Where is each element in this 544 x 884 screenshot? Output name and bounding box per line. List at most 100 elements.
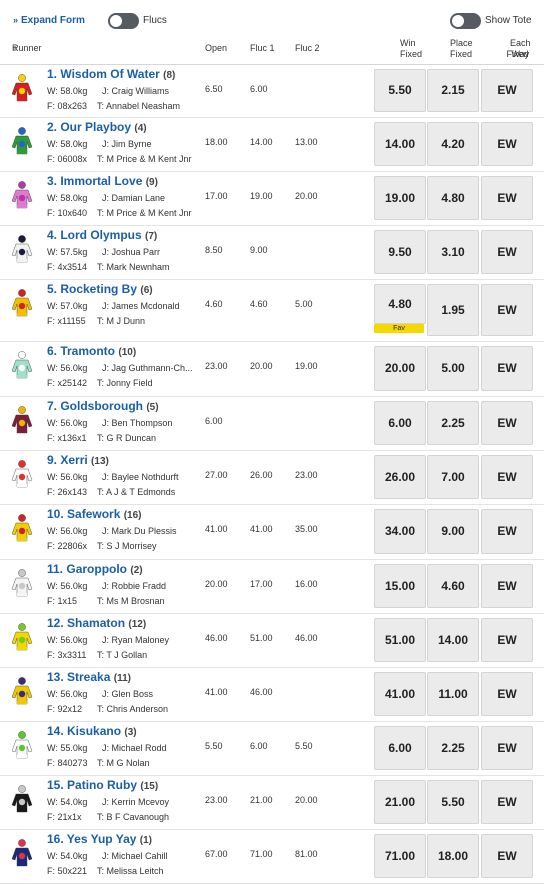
form-text: F: 3x3311 (47, 650, 87, 660)
runner-name: 9. Xerri (47, 453, 88, 467)
each-way-button[interactable]: EW (481, 455, 533, 499)
runner-name-link[interactable]: 13. Streaka (11) (47, 670, 131, 684)
open-price: 46.00 (205, 633, 228, 643)
barrier-number: (2) (130, 565, 143, 576)
fluc1-price: 46.00 (250, 687, 273, 697)
place-fixed-button[interactable]: 9.00 (427, 509, 479, 554)
place-fixed-button[interactable]: 5.50 (427, 780, 479, 824)
place-fixed-button[interactable]: 5.00 (427, 346, 479, 391)
runner-name-link[interactable]: 12. Shamaton (12) (47, 616, 146, 630)
each-way-button[interactable]: EW (481, 834, 533, 878)
jockey-text: J: Joshua Parr (102, 247, 161, 257)
place-fixed-button[interactable]: 7.00 (427, 455, 479, 499)
header-line: Place (450, 38, 473, 48)
jockey-silk-icon (11, 677, 33, 705)
jockey-silk-icon (11, 731, 33, 759)
runner-name-link[interactable]: 10. Safework (16) (47, 507, 142, 521)
runner-name-link[interactable]: 15. Patino Ruby (15) (47, 778, 158, 792)
win-fixed-button[interactable]: 6.00 (374, 401, 426, 445)
runner-details-line2: F: x11155 T: M J Dunn (47, 316, 145, 326)
form-text: F: 22806x (47, 541, 88, 551)
each-way-button[interactable]: EW (481, 346, 533, 391)
open-price: 8.50 (205, 245, 223, 255)
jockey-silk-icon (11, 460, 33, 488)
win-fixed-button[interactable]: 71.00 (374, 834, 426, 878)
barrier-number: (8) (163, 70, 176, 81)
place-fixed-button[interactable]: 3.10 (427, 230, 479, 274)
form-text: F: 10x640 (47, 208, 88, 218)
each-way-button[interactable]: EW (481, 780, 533, 824)
runner-name-link[interactable]: 2. Our Playboy (4) (47, 120, 147, 134)
fluc1-price: 21.00 (250, 795, 273, 805)
win-fixed-button[interactable]: 9.50 (374, 230, 426, 274)
each-way-button[interactable]: EW (481, 401, 533, 445)
trainer-text: T: T J Gollan (97, 650, 148, 660)
win-fixed-button[interactable]: 15.00 (374, 564, 426, 608)
win-fixed-button[interactable]: 20.00 (374, 346, 426, 391)
each-way-button[interactable]: EW (481, 618, 533, 662)
runner-name-link[interactable]: 3. Immortal Love (9) (47, 174, 158, 188)
win-fixed-button[interactable]: 4.80 (374, 284, 426, 324)
place-fixed-button[interactable]: 2.25 (427, 726, 479, 770)
place-fixed-button[interactable]: 4.60 (427, 564, 479, 608)
each-way-button[interactable]: EW (481, 69, 533, 112)
fluc2-price: 13.00 (295, 137, 318, 147)
flucs-toggle[interactable] (108, 13, 139, 29)
runner-details-line2: F: 840273 T: M G Nolan (47, 758, 150, 768)
place-fixed-button[interactable]: 11.00 (427, 672, 479, 716)
runner-name-link[interactable]: 5. Rocketing By (6) (47, 282, 153, 296)
win-fixed-button[interactable]: 14.00 (374, 122, 426, 166)
place-fixed-button[interactable]: 18.00 (427, 834, 479, 878)
runner-name-link[interactable]: 9. Xerri (13) (47, 453, 109, 467)
fluc2-price: 5.00 (295, 299, 313, 309)
runner-name-link[interactable]: 11. Garoppolo (2) (47, 562, 143, 576)
runner-column-header[interactable]: Runner ⇕ (12, 43, 42, 53)
runner-details-line1: W: 57.0kg J: James Mcdonald (47, 301, 180, 311)
place-fixed-button[interactable]: 1.95 (427, 284, 479, 336)
toggle-knob (110, 15, 122, 27)
place-fixed-button[interactable]: 2.15 (427, 69, 479, 112)
win-fixed-button[interactable]: 26.00 (374, 455, 426, 499)
runner-name-link[interactable]: 7. Goldsborough (5) (47, 399, 159, 413)
weight-text: W: 56.0kg (47, 526, 88, 536)
fluc2-price: 23.00 (295, 470, 318, 480)
place-fixed-button[interactable]: 4.80 (427, 176, 479, 220)
each-way-button[interactable]: EW (481, 726, 533, 770)
runner-name-link[interactable]: 6. Tramonto (10) (47, 344, 136, 358)
place-fixed-button[interactable]: 14.00 (427, 618, 479, 662)
win-fixed-button[interactable]: 21.00 (374, 780, 426, 824)
place-fixed-button[interactable]: 2.25 (427, 401, 479, 445)
runner-name-link[interactable]: 16. Yes Yup Yay (1) (47, 832, 152, 846)
each-way-button[interactable]: EW (481, 122, 533, 166)
barrier-number: (16) (123, 510, 142, 521)
each-way-button[interactable]: EW (481, 672, 533, 716)
runner-details-line2: F: 92x12 T: Chris Anderson (47, 704, 168, 714)
open-price: 41.00 (205, 524, 228, 534)
win-fixed-button[interactable]: 41.00 (374, 672, 426, 716)
each-way-button[interactable]: EW (481, 509, 533, 554)
win-fixed-button[interactable]: 6.00 (374, 726, 426, 770)
expand-form-button[interactable]: » Expand Form (13, 15, 85, 26)
fluc2-column-header: Fluc 2 (295, 43, 320, 53)
each-way-button[interactable]: EW (481, 230, 533, 274)
place-fixed-button[interactable]: 4.20 (427, 122, 479, 166)
runner-row: 12. Shamaton (12) W: 56.0kg J: Ryan Malone… (0, 613, 544, 668)
runner-row: 16. Yes Yup Yay (1) W: 54.0kg J: Michael C… (0, 829, 544, 884)
runner-row: 11. Garoppolo (2) W: 56.0kg J: Robbie Frad… (0, 559, 544, 614)
each-way-column-header: Each Way Fixed (479, 38, 534, 59)
each-way-button[interactable]: EW (481, 564, 533, 608)
runner-row: 10. Safework (16) W: 56.0kg J: Mark Du Ple… (0, 504, 544, 560)
win-fixed-button[interactable]: 19.00 (374, 176, 426, 220)
trainer-text: T: Chris Anderson (97, 704, 169, 714)
runner-name-link[interactable]: 14. Kisukano (3) (47, 724, 137, 738)
each-way-button[interactable]: EW (481, 284, 533, 336)
show-tote-toggle[interactable] (450, 13, 481, 29)
barrier-number: (15) (140, 781, 159, 792)
win-fixed-button[interactable]: 5.50 (374, 69, 426, 112)
win-fixed-button[interactable]: 34.00 (374, 509, 426, 554)
runner-name-link[interactable]: 1. Wisdom Of Water (8) (47, 67, 175, 81)
each-way-button[interactable]: EW (481, 176, 533, 220)
runner-name-link[interactable]: 4. Lord Olympus (7) (47, 228, 157, 242)
runner-row: 14. Kisukano (3) W: 55.0kg J: Michael Rodd… (0, 721, 544, 776)
win-fixed-button[interactable]: 51.00 (374, 618, 426, 662)
